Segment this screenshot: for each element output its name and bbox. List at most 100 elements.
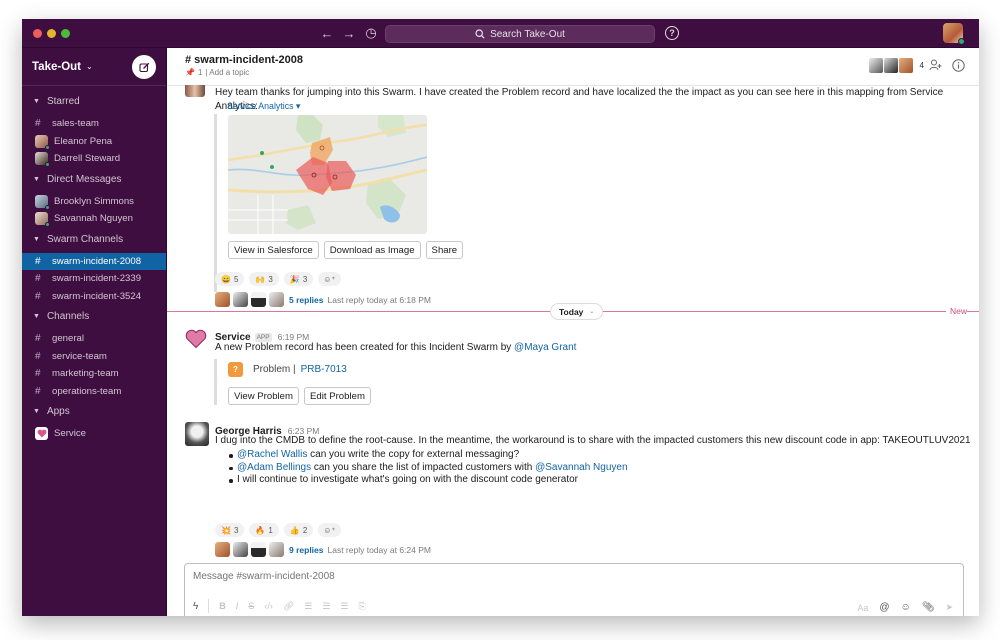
impact-map[interactable]: [228, 115, 427, 234]
sidebar-item-savannah-nguyen[interactable]: Savannah Nguyen: [22, 210, 166, 228]
party-popper-icon: 🎉: [289, 274, 300, 284]
bullet-item: @Adam Bellings can you share the list of…: [224, 462, 628, 475]
channel-header: # swarm-incident-2008 📌 1 | Add a topic …: [167, 48, 979, 86]
reply-avatar: [233, 292, 248, 307]
date-label: Today: [559, 306, 584, 317]
mention-adam-bellings[interactable]: @Adam Bellings: [237, 462, 311, 473]
info-icon[interactable]: [950, 57, 966, 73]
blockquote-icon[interactable]: ☰: [340, 601, 348, 612]
send-icon[interactable]: ➤: [945, 602, 953, 613]
attachment-icon[interactable]: 📎︎: [922, 602, 935, 613]
emoji-icon[interactable]: ☺: [901, 602, 911, 613]
compose-button[interactable]: [132, 55, 156, 79]
back-arrow-icon[interactable]: ←: [320, 25, 334, 41]
sidebar-item-swarm-incident-2008[interactable]: # swarm-incident-2008: [22, 252, 166, 270]
reaction-boom[interactable]: 💥 3: [215, 523, 245, 537]
message-input[interactable]: [193, 571, 933, 582]
record-id-link[interactable]: PRB-7013: [301, 364, 347, 375]
thread-summary[interactable]: 9 replies Last reply today at 6:24 PM: [215, 542, 431, 557]
sidebar-item-service-team[interactable]: # service-team: [22, 348, 166, 366]
sidebar-item-eleanor-pena[interactable]: Eleanor Pena: [22, 133, 166, 151]
section-starred[interactable]: ▼ Starred: [22, 93, 166, 110]
sidebar-item-swarm-incident-2339[interactable]: # swarm-incident-2339: [22, 270, 166, 288]
share-button[interactable]: Share: [425, 241, 464, 259]
add-reaction-button[interactable]: ☺⁺: [318, 272, 341, 286]
add-reaction-button[interactable]: ☺⁺: [318, 523, 341, 537]
replies-link[interactable]: 9 replies: [289, 545, 324, 555]
mention-maya-grant[interactable]: @Maya Grant: [514, 342, 576, 353]
sidebar-item-brooklyn-simmons[interactable]: Brooklyn Simmons: [22, 193, 166, 211]
code-icon[interactable]: ‹/›: [264, 601, 273, 611]
maximize-window-button[interactable]: [61, 29, 70, 38]
section-channels[interactable]: ▼ Channels: [22, 308, 166, 325]
sidebar-item-sales-team[interactable]: # sales-team: [22, 115, 166, 133]
replies-link[interactable]: 5 replies: [289, 295, 324, 305]
reaction-raised-hands[interactable]: 🙌 3: [249, 272, 279, 286]
workspace-name[interactable]: Take-Out: [32, 61, 81, 73]
mention-icon[interactable]: @: [879, 602, 889, 613]
ordered-list-icon[interactable]: ☰: [304, 601, 312, 612]
sidebar-item-operations-team[interactable]: # operations-team: [22, 383, 166, 401]
user-avatar[interactable]: [943, 23, 965, 45]
shortcuts-icon[interactable]: ϟ: [193, 601, 198, 612]
last-reply-time: Last reply today at 6:18 PM: [327, 294, 431, 305]
link-icon[interactable]: 🔗︎: [283, 601, 294, 612]
view-problem-button[interactable]: View Problem: [228, 387, 300, 405]
reply-avatar: [215, 542, 230, 557]
hash-icon: #: [35, 368, 41, 380]
reaction-thumbs-up[interactable]: 👍 2: [283, 523, 314, 537]
strikethrough-icon[interactable]: S: [248, 601, 254, 611]
raised-hands-icon: 🙌: [255, 274, 266, 284]
help-icon[interactable]: ?: [665, 26, 679, 40]
minimize-window-button[interactable]: [47, 29, 56, 38]
presence-indicator: [45, 162, 50, 168]
forward-arrow-icon[interactable]: →: [342, 25, 356, 41]
sidebar-item-marketing-team[interactable]: # marketing-team: [22, 365, 166, 383]
avatar: [35, 152, 50, 168]
sidebar-item-service-app[interactable]: Service: [22, 425, 166, 443]
sender-avatar[interactable]: [185, 85, 205, 97]
reaction-smile[interactable]: 😄 5: [215, 272, 245, 286]
sidebar-item-general[interactable]: # general: [22, 330, 166, 348]
section-apps[interactable]: ▼ Apps: [22, 403, 166, 420]
reaction-fire[interactable]: 🔥 1: [249, 523, 279, 537]
chevron-down-icon: ⌄: [86, 62, 93, 71]
service-analytics-dropdown[interactable]: Service Analytics ▾: [227, 101, 300, 112]
reply-avatar: [269, 292, 284, 307]
avatar: [35, 212, 50, 228]
sidebar-item-darrell-steward[interactable]: Darrell Steward: [22, 150, 166, 168]
view-in-salesforce-button[interactable]: View in Salesforce: [228, 241, 319, 259]
bullet-list-icon[interactable]: ☰: [322, 601, 330, 612]
pin-count[interactable]: 1: [198, 68, 202, 77]
service-app-heart-icon[interactable]: [185, 329, 207, 349]
reaction-party[interactable]: 🎉 3: [283, 272, 314, 286]
download-as-image-button[interactable]: Download as Image: [323, 241, 421, 259]
edit-problem-button[interactable]: Edit Problem: [304, 387, 371, 405]
format-text-icon[interactable]: Aa: [857, 603, 868, 613]
section-swarm-channels[interactable]: ▼ Swarm Channels: [22, 231, 166, 248]
channel-members[interactable]: 4: [868, 58, 924, 73]
bullet-item: I will continue to investigate what's go…: [224, 474, 628, 487]
sidebar-item-label: operations-team: [52, 385, 122, 397]
history-clock-icon[interactable]: ◷: [364, 25, 378, 41]
thread-summary[interactable]: 5 replies Last reply today at 6:18 PM: [215, 292, 431, 307]
add-member-icon[interactable]: [927, 57, 943, 73]
date-jump-button[interactable]: Today ⌄: [550, 303, 604, 320]
search-bar[interactable]: Search Take-Out: [385, 25, 655, 43]
add-topic-link[interactable]: | Add a topic: [205, 68, 249, 77]
channel-title[interactable]: # swarm-incident-2008: [185, 54, 303, 66]
italic-icon[interactable]: I: [236, 601, 239, 611]
bold-icon[interactable]: B: [219, 601, 226, 611]
workspace-header[interactable]: Take-Out ⌄: [22, 48, 166, 86]
pin-icon[interactable]: 📌: [185, 68, 195, 77]
reaction-count: 5: [233, 274, 239, 284]
mention-savannah-nguyen[interactable]: @Savannah Nguyen: [535, 462, 627, 473]
close-window-button[interactable]: [33, 29, 42, 38]
code-block-icon[interactable]: ⎘: [359, 601, 366, 612]
sidebar-item-swarm-incident-3524[interactable]: # swarm-incident-3524: [22, 288, 166, 306]
attachment-bar: [214, 114, 217, 292]
caret-down-icon: ▼: [33, 175, 40, 183]
mention-rachel-wallis[interactable]: @Rachel Wallis: [237, 449, 307, 460]
section-direct-messages[interactable]: ▼ Direct Messages: [22, 171, 166, 188]
sender-avatar[interactable]: [185, 422, 209, 446]
